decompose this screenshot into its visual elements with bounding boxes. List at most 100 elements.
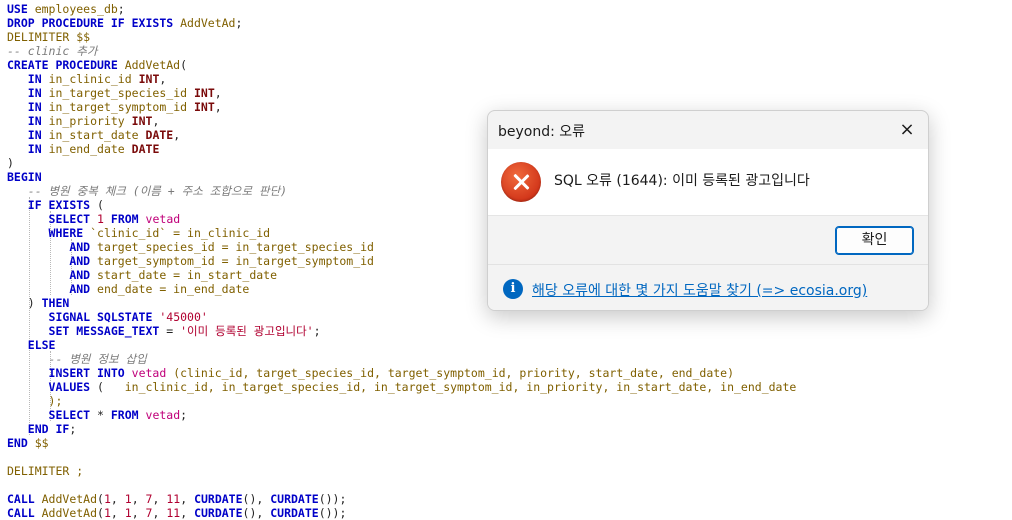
code-token: ( <box>180 58 188 72</box>
code-token: CURDATE <box>270 492 319 506</box>
code-line: IN in_start_date DATE, <box>7 128 180 142</box>
code-token: INT <box>131 114 153 128</box>
code-token: END IF <box>27 422 70 436</box>
code-token: IN <box>27 86 42 100</box>
close-icon[interactable]: × <box>896 119 918 141</box>
code-token: DATE <box>145 128 174 142</box>
code-line: IN in_clinic_id INT, <box>7 72 167 86</box>
code-line: IN in_end_date DATE <box>7 142 160 156</box>
code-token: -- 병원 정보 삽입 <box>48 352 147 366</box>
code-line: VALUES ( in_clinic_id, in_target_species… <box>7 380 797 394</box>
code-token: SELECT <box>48 212 91 226</box>
code-line: AND end_date = in_end_date <box>7 282 249 296</box>
code-line: AND start_date = in_start_date <box>7 268 277 282</box>
code-token: ()); <box>318 506 347 520</box>
code-token: , <box>214 100 222 114</box>
code-token: , <box>131 492 146 506</box>
code-token: IN <box>27 100 42 114</box>
code-token: IN <box>27 142 42 156</box>
code-token: , <box>110 506 125 520</box>
code-line: USE employees_db; <box>7 2 125 16</box>
code-token: CURDATE <box>270 506 319 520</box>
code-token: CALL <box>7 506 35 520</box>
code-line: IN in_target_species_id INT, <box>7 86 222 100</box>
code-token: ( <box>97 506 104 520</box>
code-token: ( <box>90 380 125 394</box>
code-token: INT <box>138 72 160 86</box>
code-token: (clinic_id, target_species_id, target_sy… <box>166 366 735 380</box>
code-token: in_target_species_id <box>41 86 188 100</box>
code-token: AddVetAd <box>117 58 181 72</box>
code-token: = <box>159 324 181 338</box>
code-token: ( <box>90 198 104 212</box>
code-line: SET MESSAGE_TEXT = '이미 등록된 광고입니다'; <box>7 324 321 338</box>
info-icon: i <box>503 279 523 299</box>
code-line: AND target_symptom_id = in_target_sympto… <box>7 254 374 268</box>
code-token: DELIMITER ; <box>7 464 84 478</box>
code-token: in_end_date <box>41 142 125 156</box>
code-line: -- clinic 추가 <box>7 44 97 58</box>
code-line: BEGIN <box>7 170 42 184</box>
error-message: SQL 오류 (1644): 이미 등록된 광고입니다 <box>554 173 810 189</box>
code-token: `clinic_id` = in_clinic_id <box>83 226 271 240</box>
code-token: , <box>180 506 195 520</box>
ok-button[interactable]: 확인 <box>835 226 914 255</box>
code-token: -- clinic 추가 <box>7 44 98 58</box>
code-line: CALL AddVetAd(1, 1, 7, 11, CURDATE(), CU… <box>7 492 346 506</box>
code-line: CREATE PROCEDURE AddVetAd( <box>7 58 187 72</box>
code-token: INT <box>193 100 215 114</box>
code-token: INSERT INTO <box>48 366 125 380</box>
code-token: -- 병원 중복 체크 (이름 + 주소 조합으로 판단) <box>27 184 288 198</box>
code-token: , <box>131 506 146 520</box>
code-line: CALL AddVetAd(1, 1, 7, 11, CURDATE(), CU… <box>7 506 346 520</box>
code-token: 1 <box>97 212 104 226</box>
code-token: END <box>7 436 28 450</box>
code-token: in_target_symptom_id <box>41 100 188 114</box>
code-token: , <box>110 492 125 506</box>
dialog-button-area: 확인 <box>488 215 928 264</box>
code-token: 1 <box>103 506 111 520</box>
code-token: in_start_date <box>41 128 139 142</box>
code-token: CURDATE <box>194 506 243 520</box>
code-token: AND <box>69 268 91 282</box>
error-icon <box>501 162 541 202</box>
code-token: DATE <box>131 142 160 156</box>
code-token: , <box>173 128 181 142</box>
help-link[interactable]: 해당 오류에 대한 몇 가지 도움말 찾기 (=> ecosia.org) <box>532 280 867 300</box>
code-token: THEN <box>41 296 70 310</box>
code-line: IF EXISTS ( <box>7 198 104 212</box>
code-token: '45000' <box>159 310 208 324</box>
code-token: CALL <box>7 492 35 506</box>
code-token: ELSE <box>27 338 56 352</box>
code-line: SELECT 1 FROM vetad <box>7 212 181 226</box>
code-token: $$ <box>27 436 49 450</box>
code-token: USE <box>7 2 28 16</box>
code-token: ; <box>313 324 321 338</box>
code-token: ()); <box>318 492 347 506</box>
code-token: DROP PROCEDURE IF EXISTS <box>7 16 174 30</box>
code-token: , <box>180 492 195 506</box>
code-line: IN in_priority INT, <box>7 114 160 128</box>
code-token: ) <box>7 296 42 310</box>
code-line: IN in_target_symptom_id INT, <box>7 100 222 114</box>
code-token: ; <box>69 422 77 436</box>
code-line: DELIMITER ; <box>7 464 83 478</box>
